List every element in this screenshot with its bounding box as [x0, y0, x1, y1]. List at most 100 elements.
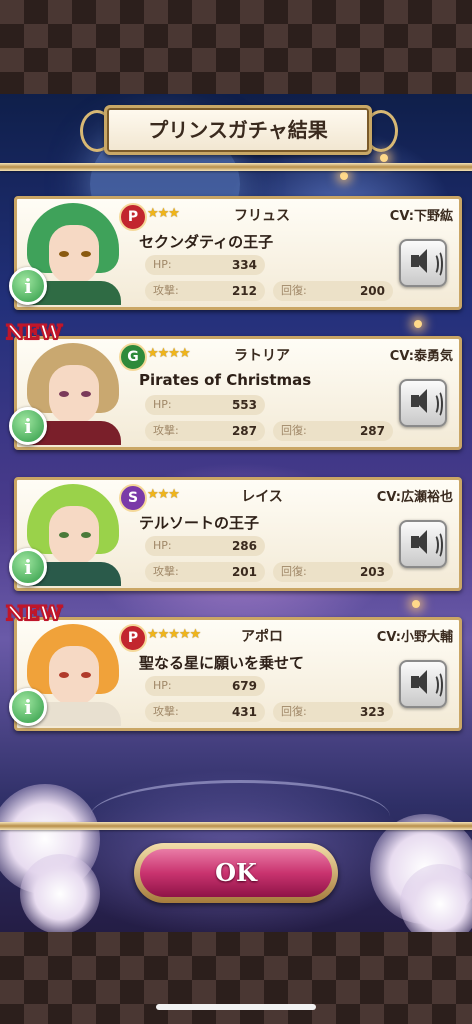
card-title: 聖なる星に願いを乗せて	[139, 654, 305, 672]
attack-value: 201	[231, 565, 257, 579]
heal-stat: 回復: 203	[273, 562, 393, 582]
rarity-badge: P	[119, 203, 147, 231]
info-icon[interactable]: i	[9, 407, 47, 445]
heal-value: 203	[359, 565, 385, 579]
heal-value: 323	[359, 705, 385, 719]
portrait-eye	[59, 532, 69, 538]
prince-name: フリュス	[234, 208, 290, 224]
new-badge: NEW	[5, 600, 63, 626]
card-title: テルソートの王子	[139, 514, 260, 532]
attack-stat: 攻撃: 431	[145, 702, 265, 722]
prince-name: アポロ	[241, 629, 283, 645]
heal-label: 回復:	[281, 284, 307, 297]
heal-value: 200	[359, 284, 385, 298]
heal-value: 287	[359, 424, 385, 438]
hp-value: 679	[231, 679, 257, 693]
portrait-face	[49, 365, 99, 425]
portrait-eye	[81, 532, 91, 538]
attack-stat: 攻撃: 287	[145, 421, 265, 441]
home-indicator[interactable]	[156, 1004, 316, 1010]
attack-label: 攻撃:	[153, 705, 179, 718]
prince-name: レイス	[241, 489, 283, 505]
ok-button[interactable]: OK	[140, 849, 332, 897]
rarity-stars: ★★★	[147, 487, 180, 502]
portrait-eye	[59, 251, 69, 257]
portrait-eye	[81, 251, 91, 257]
hp-value: 553	[231, 398, 257, 412]
attack-value: 212	[231, 284, 257, 298]
hp-label: HP:	[153, 258, 172, 271]
top-pattern-border	[0, 0, 472, 94]
bottom-pattern-border	[0, 932, 472, 1024]
portrait-eye	[59, 672, 69, 678]
info-icon[interactable]: i	[9, 267, 47, 305]
attack-stat: 攻撃: 212	[145, 281, 265, 301]
voice-play-button[interactable]	[399, 239, 447, 287]
voice-play-button[interactable]	[399, 660, 447, 708]
hp-label: HP:	[153, 679, 172, 692]
ok-button-frame: OK	[134, 843, 338, 903]
info-icon[interactable]: i	[9, 548, 47, 586]
prince-card: i P ★★★ フリュス CV:下野紘 セクンダティの王子 HP: 334 攻撃…	[9, 196, 462, 310]
portrait-eye	[81, 391, 91, 397]
prince-card: i P ★★★★★ アポロ CV:小野大輔 聖なる星に願いを乗せて HP: 67…	[9, 617, 462, 731]
voice-actor: CV:広瀬裕也	[376, 490, 453, 505]
sound-wave	[433, 390, 443, 418]
speaker-cone	[415, 530, 427, 554]
speaker-cone	[415, 249, 427, 273]
hp-value: 286	[231, 539, 257, 553]
rarity-stars: ★★★	[147, 206, 180, 221]
rarity-badge: S	[119, 484, 147, 512]
portrait-face	[49, 646, 99, 706]
lantern	[340, 172, 348, 180]
voice-actor: CV:泰勇気	[389, 349, 453, 364]
rarity-stars: ★★★★	[147, 346, 191, 361]
hp-value: 334	[231, 258, 257, 272]
title-rail	[0, 163, 472, 171]
prince-card: i S ★★★ レイス CV:広瀬裕也 テルソートの王子 HP: 286 攻撃:…	[9, 477, 462, 591]
lantern	[412, 600, 420, 608]
lantern	[380, 154, 388, 162]
heal-label: 回復:	[281, 705, 307, 718]
hp-label: HP:	[153, 398, 172, 411]
new-badge: NEW	[5, 319, 63, 345]
attack-label: 攻撃:	[153, 565, 179, 578]
rarity-stars: ★★★★★	[147, 627, 201, 642]
sound-wave	[433, 671, 443, 699]
heal-label: 回復:	[281, 424, 307, 437]
voice-actor: CV:小野大輔	[376, 630, 453, 645]
rarity-badge: P	[119, 624, 147, 652]
attack-label: 攻撃:	[153, 424, 179, 437]
voice-play-button[interactable]	[399, 520, 447, 568]
sound-wave	[433, 250, 443, 278]
info-icon[interactable]: i	[9, 688, 47, 726]
footer-rail	[0, 822, 472, 830]
rarity-badge: G	[119, 343, 147, 371]
card-title: Pirates of Christmas	[139, 371, 312, 389]
portrait-face	[49, 225, 99, 285]
flower	[20, 854, 100, 932]
voice-actor: CV:下野紘	[389, 209, 453, 224]
attack-label: 攻撃:	[153, 284, 179, 297]
attack-value: 431	[231, 705, 257, 719]
lantern	[414, 320, 422, 328]
portrait-face	[49, 506, 99, 566]
hp-stat: HP: 679	[145, 676, 265, 696]
hp-label: HP:	[153, 539, 172, 552]
portrait-eye	[59, 391, 69, 397]
sound-wave	[433, 531, 443, 559]
hp-stat: HP: 334	[145, 255, 265, 275]
heal-stat: 回復: 200	[273, 281, 393, 301]
voice-play-button[interactable]	[399, 379, 447, 427]
heal-stat: 回復: 287	[273, 421, 393, 441]
card-title: セクンダティの王子	[139, 233, 274, 251]
speaker-cone	[415, 670, 427, 694]
prince-card: i G ★★★★ ラトリア CV:泰勇気 Pirates of Christma…	[9, 336, 462, 450]
hp-stat: HP: 286	[145, 536, 265, 556]
heal-label: 回復:	[281, 565, 307, 578]
hp-stat: HP: 553	[145, 395, 265, 415]
attack-stat: 攻撃: 201	[145, 562, 265, 582]
heal-stat: 回復: 323	[273, 702, 393, 722]
portrait-eye	[81, 672, 91, 678]
page-title: プリンスガチャ結果	[104, 105, 372, 155]
